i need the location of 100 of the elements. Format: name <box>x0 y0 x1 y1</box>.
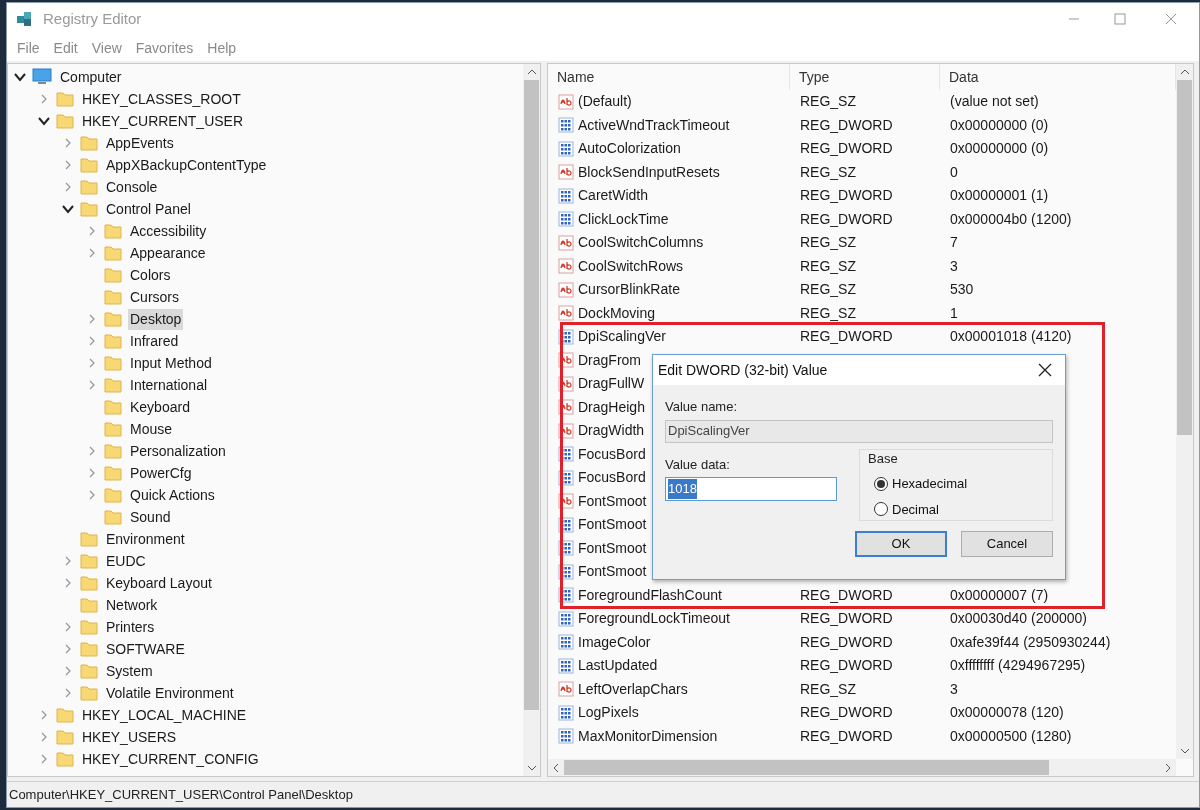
radio-label[interactable]: Hexadecimal <box>892 474 968 494</box>
value-name[interactable]: ForegroundLockTimeout <box>578 608 730 630</box>
radio-button[interactable] <box>874 476 888 491</box>
folder-icon <box>56 113 74 129</box>
value-name[interactable]: AutoColorization <box>578 138 681 160</box>
tree-item[interactable]: Infrared <box>128 330 181 352</box>
binary-value-icon <box>558 704 574 721</box>
tree-item[interactable]: Volatile Environment <box>104 682 236 704</box>
chevron-down-icon[interactable] <box>14 71 26 83</box>
value-name[interactable]: BlockSendInputResets <box>578 161 720 183</box>
scrollbar[interactable] <box>548 759 1176 776</box>
value-name[interactable]: LastUpdated <box>578 655 658 677</box>
value-name[interactable]: DragHeigh <box>578 396 645 418</box>
value-name[interactable]: FontSmoot <box>578 490 647 512</box>
value-name[interactable]: CoolSwitchRows <box>578 255 684 277</box>
value-data-field[interactable]: 1018 <box>665 477 837 501</box>
tree-item[interactable]: HKEY_LOCAL_MACHINE <box>80 704 249 726</box>
value-type: REG_DWORD <box>800 610 893 627</box>
tree-item[interactable]: Desktop <box>128 308 184 330</box>
tree-item[interactable]: Keyboard <box>128 396 192 418</box>
folder-icon <box>80 135 98 151</box>
value-name[interactable]: ClickLockTime <box>578 208 669 230</box>
tree-item[interactable]: Environment <box>104 528 187 550</box>
tree-item[interactable]: SOFTWARE <box>104 638 187 660</box>
scrollbar[interactable] <box>523 64 540 776</box>
value-type: REG_SZ <box>800 163 856 180</box>
tree-item[interactable]: HKEY_USERS <box>80 726 179 748</box>
tree-item[interactable]: Control Panel <box>104 198 193 220</box>
chevron-down-icon[interactable] <box>38 115 50 127</box>
value-type: REG_DWORD <box>800 328 893 345</box>
tree-item[interactable]: International <box>128 374 210 396</box>
tree-item[interactable]: PowerCfg <box>128 462 194 484</box>
folder-icon <box>80 597 98 613</box>
value-name[interactable]: (Default) <box>578 91 632 113</box>
folder-icon <box>80 619 98 635</box>
value-data: 0xafe39f44 (2950930244) <box>950 633 1111 650</box>
column-header[interactable]: Type <box>790 64 940 90</box>
tree-item[interactable]: Keyboard Layout <box>104 572 214 594</box>
radio-button[interactable] <box>874 502 888 517</box>
value-name[interactable]: ActiveWndTrackTimeout <box>578 114 730 136</box>
column-header[interactable]: Name <box>548 64 790 90</box>
tree-item[interactable]: Personalization <box>128 440 228 462</box>
tree-item[interactable]: HKEY_CLASSES_ROOT <box>80 88 243 110</box>
binary-value-icon <box>558 187 574 204</box>
value-name[interactable]: FontSmoot <box>578 561 647 583</box>
tree-item[interactable]: HKEY_CURRENT_USER <box>80 110 246 132</box>
tree-item[interactable]: Input Method <box>128 352 214 374</box>
binary-value-icon <box>558 117 574 134</box>
value-name[interactable]: DragFullW <box>578 373 645 395</box>
value-data: 1 <box>950 304 958 321</box>
scrollbar-thumb[interactable] <box>564 760 1049 775</box>
tree-item[interactable]: Printers <box>104 616 157 638</box>
value-name[interactable]: LeftOverlapChars <box>578 678 688 700</box>
text-value-icon <box>558 681 574 698</box>
value-data: 3 <box>950 257 958 274</box>
menu-item[interactable]: Edit <box>47 37 84 59</box>
value-name[interactable]: MaxMonitorDimension <box>578 725 718 747</box>
value-name[interactable]: CaretWidth <box>578 185 649 207</box>
tree-item[interactable]: Colors <box>128 264 173 286</box>
chevron-down-icon[interactable] <box>62 203 74 215</box>
tree-item[interactable]: Network <box>104 594 160 616</box>
value-data: 7 <box>950 234 958 251</box>
menu-item[interactable]: View <box>85 37 128 59</box>
tree-item[interactable]: System <box>104 660 155 682</box>
value-name[interactable]: FontSmoot <box>578 537 647 559</box>
tree-item[interactable]: Appearance <box>128 242 208 264</box>
value-data: 0x00000007 (7) <box>950 586 1049 603</box>
value-name[interactable]: ForegroundFlashCount <box>578 584 722 606</box>
tree-item[interactable]: Computer <box>58 66 124 88</box>
value-name[interactable]: LogPixels <box>578 702 639 724</box>
value-name[interactable]: CursorBlinkRate <box>578 279 680 301</box>
value-name[interactable]: DockMoving <box>578 302 656 324</box>
dialog-button[interactable]: Cancel <box>961 530 1053 557</box>
scrollbar-thumb[interactable] <box>524 80 539 710</box>
value-name[interactable]: FontSmoot <box>578 514 647 536</box>
scrollbar-thumb[interactable] <box>1177 80 1192 435</box>
tree-item[interactable]: EUDC <box>104 550 148 572</box>
radio-label[interactable]: Decimal <box>892 499 939 519</box>
menu-item[interactable]: Help <box>201 37 243 59</box>
tree-item[interactable]: AppEvents <box>104 132 176 154</box>
tree-item[interactable]: Accessibility <box>128 220 209 242</box>
value-name[interactable]: ImageColor <box>578 631 651 653</box>
scrollbar[interactable] <box>1176 64 1193 759</box>
value-name[interactable]: CoolSwitchColumns <box>578 232 704 254</box>
value-name[interactable]: DragFrom <box>578 349 641 371</box>
dialog-button[interactable]: OK <box>855 530 947 557</box>
tree-item[interactable]: HKEY_CURRENT_CONFIG <box>80 748 261 770</box>
tree-item[interactable]: AppXBackupContentType <box>104 154 269 176</box>
tree-item[interactable]: Sound <box>128 506 173 528</box>
menu-item[interactable]: File <box>11 37 46 59</box>
value-name-field[interactable]: DpiScalingVer <box>665 419 1053 443</box>
value-name[interactable]: DragWidth <box>578 420 645 442</box>
binary-value-icon <box>558 140 574 157</box>
value-name[interactable]: FocusBord <box>578 443 646 465</box>
tree-item[interactable]: Quick Actions <box>128 484 217 506</box>
tree-item[interactable]: Console <box>104 176 160 198</box>
value-name[interactable]: DpiScalingVer <box>578 326 666 348</box>
tree-item[interactable]: Cursors <box>128 286 181 308</box>
value-name[interactable]: FocusBord <box>578 467 646 489</box>
tree-item[interactable]: Mouse <box>128 418 175 440</box>
